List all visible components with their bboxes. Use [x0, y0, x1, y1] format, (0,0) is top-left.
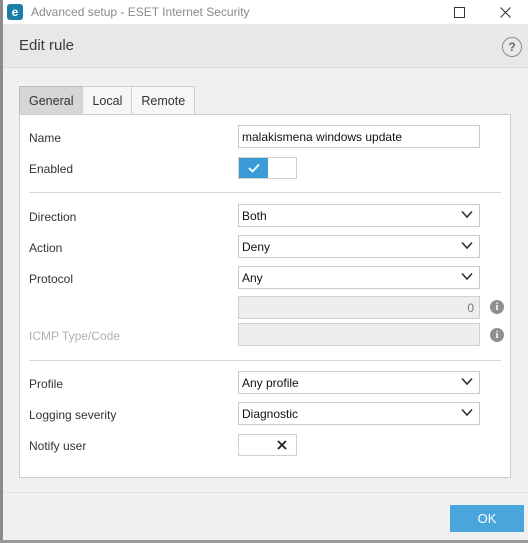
- window-controls: [436, 0, 528, 24]
- info-icon[interactable]: i: [490, 300, 504, 314]
- direction-label: Direction: [29, 210, 77, 224]
- chevron-down-icon: [461, 241, 473, 250]
- chevron-down-icon: [461, 408, 473, 417]
- protocol-number-input: 0: [238, 296, 480, 319]
- ok-button[interactable]: OK: [450, 505, 524, 532]
- chevron-down-icon: [461, 377, 473, 386]
- window-title: Advanced setup - ESET Internet Security: [31, 5, 250, 19]
- dialog-header: Edit rule ?: [3, 24, 528, 68]
- cross-icon: [277, 440, 287, 450]
- logging-severity-value: Diagnostic: [242, 406, 299, 421]
- maximize-button[interactable]: [436, 0, 482, 24]
- help-button[interactable]: ?: [502, 37, 522, 57]
- notify-user-label: Notify user: [29, 439, 87, 453]
- tab-remote[interactable]: Remote: [131, 86, 196, 114]
- logging-severity-label: Logging severity: [29, 408, 117, 422]
- checkmark-icon: [248, 163, 260, 173]
- icmp-label: ICMP Type/Code: [29, 329, 120, 343]
- maximize-icon: [453, 6, 465, 18]
- toggle-off-segment: [268, 158, 296, 178]
- logging-severity-select[interactable]: Diagnostic: [238, 402, 480, 425]
- action-value: Deny: [242, 239, 271, 254]
- chevron-down-icon: [461, 210, 473, 219]
- dialog-title: Edit rule: [19, 37, 75, 54]
- chevron-down-icon: [461, 272, 473, 281]
- info-icon[interactable]: i: [490, 328, 504, 342]
- tab-general[interactable]: General: [19, 86, 84, 114]
- general-panel: Name malakismena windows update Enabled …: [19, 114, 511, 478]
- profile-value: Any profile: [242, 375, 299, 390]
- protocol-value: Any: [242, 270, 263, 285]
- toggle-off-segment: [268, 435, 296, 455]
- close-button[interactable]: [482, 0, 528, 24]
- toggle-on-segment: [239, 158, 269, 178]
- protocol-label: Protocol: [29, 272, 74, 286]
- direction-select[interactable]: Both: [238, 204, 480, 227]
- tab-local[interactable]: Local: [82, 86, 133, 114]
- profile-select[interactable]: Any profile: [238, 371, 480, 394]
- action-select[interactable]: Deny: [238, 235, 480, 258]
- notify-user-toggle[interactable]: [238, 434, 297, 456]
- section-divider: [29, 360, 501, 361]
- name-label: Name: [29, 131, 62, 145]
- close-icon: [499, 6, 511, 18]
- section-divider: [29, 192, 501, 193]
- icmp-input: [238, 323, 480, 346]
- action-label: Action: [29, 241, 63, 255]
- eset-logo-icon: e: [7, 4, 23, 20]
- enabled-toggle[interactable]: [238, 157, 297, 179]
- footer-divider: [3, 492, 528, 493]
- protocol-select[interactable]: Any: [238, 266, 480, 289]
- direction-value: Both: [242, 208, 267, 223]
- profile-label: Profile: [29, 377, 64, 391]
- toggle-on-segment: [239, 435, 269, 455]
- background-window-edge: [0, 0, 3, 543]
- window-titlebar: e Advanced setup - ESET Internet Securit…: [3, 0, 528, 24]
- enabled-label: Enabled: [29, 162, 74, 176]
- name-input[interactable]: malakismena windows update: [238, 125, 480, 148]
- rule-tabs: General Local Remote: [19, 86, 196, 114]
